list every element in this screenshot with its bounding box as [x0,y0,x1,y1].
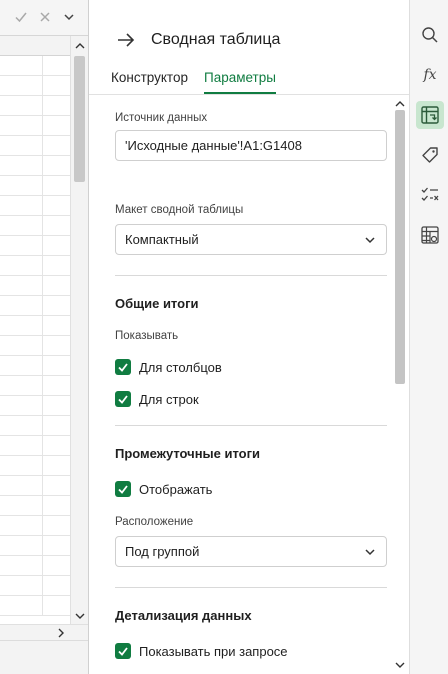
subtotals-display-checkbox[interactable]: Отображать [115,480,212,498]
tag-button[interactable] [416,141,444,169]
tab-designer[interactable]: Конструктор [111,68,188,94]
app-window: Сводная таблица Конструктор Параметры Ис… [0,0,448,674]
tab-options[interactable]: Параметры [203,68,276,94]
search-icon [422,27,438,43]
checkbox-checked-icon [115,391,131,407]
spreadsheet-area [0,0,88,674]
checkbox-label: Отображать [139,481,213,497]
checklist-icon [421,187,439,201]
scroll-up-icon[interactable] [71,38,89,54]
cancel-x-icon[interactable] [36,8,54,26]
checkbox-checked-icon [115,481,131,497]
side-rail: fx [409,0,448,674]
drilldown-heading: Детализация данных [115,608,252,623]
grand-totals-rows-checkbox[interactable]: Для строк [115,390,199,408]
show-label: Показывать [115,330,179,342]
column-header [0,36,70,56]
pane-content: Источник данных 'Исходные данные'!A1:G14… [89,95,409,674]
chevron-down-icon [364,546,376,558]
layout-label: Макет сводной таблицы [115,204,244,216]
checklist-button[interactable] [416,181,444,209]
sheet-horizontal-scrollbar[interactable] [0,624,88,640]
grand-totals-columns-checkbox[interactable]: Для столбцов [115,358,222,376]
checkbox-checked-icon [115,359,131,375]
data-source-label: Источник данных [115,112,208,124]
sheet-vertical-scrollbar[interactable] [70,36,88,624]
scroll-up-icon[interactable] [394,97,406,109]
layout-selected: Компактный [125,232,199,247]
pane-vertical-scrollbar[interactable] [391,95,409,674]
section-divider [115,275,387,276]
table-settings-icon [421,226,439,244]
scroll-down-icon[interactable] [71,608,89,624]
drilldown-checkbox[interactable]: Показывать при запросе [115,642,288,660]
checkbox-label: Показывать при запросе [139,643,288,659]
position-selected: Под группой [125,544,200,559]
scroll-down-icon[interactable] [394,659,406,671]
search-button[interactable] [416,21,444,49]
pivot-table-pane: Сводная таблица Конструктор Параметры Ис… [89,0,409,674]
tag-icon [422,147,438,163]
checkbox-label: Для строк [139,391,199,407]
pivot-table-button[interactable] [416,101,444,129]
section-divider [115,587,387,588]
pane-header: Сводная таблица Конструктор Параметры [89,0,409,94]
position-label: Расположение [115,516,194,528]
sheet-status-area [0,640,88,674]
formula-bar [0,0,88,36]
subtotals-position-dropdown[interactable]: Под группой [115,536,387,567]
table-settings-button[interactable] [416,221,444,249]
scroll-thumb[interactable] [74,56,85,182]
checkbox-checked-icon [115,643,131,659]
grand-totals-heading: Общие итоги [115,296,199,311]
confirm-check-icon[interactable] [12,8,30,26]
cell-grid[interactable] [0,56,70,624]
section-divider [115,425,387,426]
back-arrow-button[interactable] [113,28,139,52]
layout-dropdown[interactable]: Компактный [115,224,387,255]
pivot-table-icon [421,106,439,124]
arrow-right-icon [118,33,135,47]
pane-tabs: Конструктор Параметры [111,68,276,94]
subtotals-heading: Промежуточные итоги [115,446,261,461]
function-icon: fx [423,67,437,83]
scroll-thumb[interactable] [395,110,405,384]
scroll-right-icon[interactable] [54,625,68,641]
expand-formula-chevron-icon[interactable] [60,8,78,26]
data-source-value: 'Исходные данные'!A1:G1408 [125,138,302,153]
data-source-input[interactable]: 'Исходные данные'!A1:G1408 [115,130,387,161]
pane-title: Сводная таблица [151,31,281,48]
checkbox-label: Для столбцов [139,359,222,375]
function-button[interactable]: fx [416,61,444,89]
chevron-down-icon [364,234,376,246]
